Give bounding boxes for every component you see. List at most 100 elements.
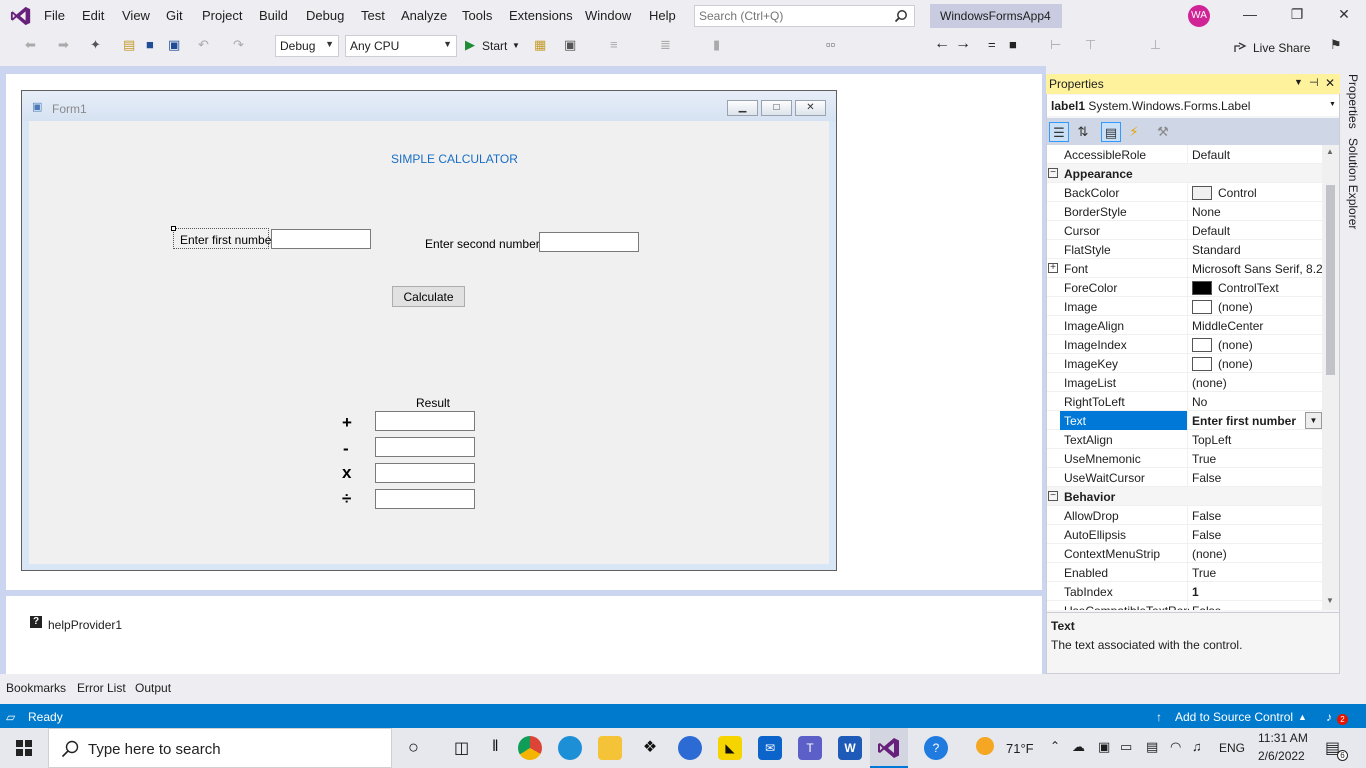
align-left-icon[interactable]: ⊢ bbox=[1050, 37, 1061, 53]
live-share-button[interactable]: Live Share bbox=[1253, 41, 1310, 55]
events-icon[interactable]: ⚡ bbox=[1124, 122, 1144, 142]
sticky-notes-icon[interactable]: ◣ bbox=[718, 736, 742, 760]
property-value[interactable]: ControlText bbox=[1218, 281, 1279, 295]
menu-build[interactable]: Build bbox=[259, 8, 288, 23]
menu-analyze[interactable]: Analyze bbox=[401, 8, 447, 23]
tab-solution-explorer[interactable]: Solution Explorer bbox=[1346, 138, 1360, 229]
form-window[interactable]: ▣ Form1 ▁ □ ✕ SIMPLE CALCULATOR Enter fi… bbox=[21, 90, 837, 571]
arrow-left-icon[interactable]: ← bbox=[934, 35, 950, 53]
save-icon[interactable]: ■ bbox=[146, 37, 154, 52]
scroll-up-icon[interactable]: ▲ bbox=[1326, 147, 1334, 156]
add-operator-label[interactable]: + bbox=[342, 413, 352, 433]
network-icon[interactable]: ▤ bbox=[1146, 739, 1158, 755]
arrow-right-icon[interactable]: → bbox=[955, 35, 971, 53]
property-value[interactable]: True bbox=[1192, 566, 1216, 580]
task-view-icon[interactable]: ◫ bbox=[454, 738, 469, 758]
property-row[interactable]: AccessibleRole Default bbox=[1047, 145, 1322, 164]
property-row[interactable]: Image (none) bbox=[1047, 297, 1322, 316]
notifications-bell-icon[interactable]: ♪ bbox=[1326, 710, 1332, 724]
tab-properties[interactable]: Properties bbox=[1346, 74, 1360, 129]
first-number-input[interactable] bbox=[271, 229, 371, 249]
close-icon[interactable]: ✕ bbox=[1325, 76, 1335, 90]
menu-debug[interactable]: Debug bbox=[306, 8, 344, 23]
property-value[interactable]: No bbox=[1192, 395, 1207, 409]
calculate-button[interactable]: Calculate bbox=[392, 286, 465, 307]
redo-icon[interactable]: ↷ bbox=[233, 37, 244, 53]
browse-folder-icon[interactable]: ▦ bbox=[534, 37, 546, 53]
property-value[interactable]: False bbox=[1192, 509, 1221, 523]
property-value[interactable]: False bbox=[1192, 471, 1221, 485]
mail-icon[interactable]: ✉ bbox=[758, 736, 782, 760]
menu-extensions[interactable]: Extensions bbox=[509, 8, 573, 23]
collapse-icon[interactable]: − bbox=[1048, 168, 1058, 178]
help-icon[interactable]: ? bbox=[924, 736, 948, 760]
minimize-icon[interactable]: — bbox=[1236, 6, 1264, 26]
property-row[interactable]: UseWaitCursor False bbox=[1047, 468, 1322, 487]
expand-icon[interactable]: + bbox=[1048, 263, 1058, 273]
chevron-up-icon[interactable]: ⌃ bbox=[1050, 739, 1060, 753]
form-maximize-icon[interactable]: □ bbox=[761, 100, 792, 116]
chevron-down-icon[interactable]: ▼ bbox=[512, 41, 520, 50]
menu-help[interactable]: Help bbox=[649, 8, 676, 23]
start-play-icon[interactable]: ▶ bbox=[465, 37, 475, 53]
menu-file[interactable]: File bbox=[44, 8, 65, 23]
menu-edit[interactable]: Edit bbox=[82, 8, 104, 23]
property-row[interactable]: FlatStyle Standard bbox=[1047, 240, 1322, 259]
navigate-forward-icon[interactable]: ➡ bbox=[58, 37, 69, 53]
property-row[interactable]: BackColor Control bbox=[1047, 183, 1322, 202]
screenshot-icon[interactable]: ▣ bbox=[564, 37, 576, 53]
property-row[interactable]: RightToLeft No bbox=[1047, 392, 1322, 411]
taskbar-search[interactable]: Type here to search bbox=[48, 728, 392, 768]
chevron-up-icon[interactable]: ▲ bbox=[1298, 712, 1307, 722]
property-row[interactable]: TabIndex 1 bbox=[1047, 582, 1322, 601]
app-icon[interactable] bbox=[678, 736, 702, 760]
scroll-down-icon[interactable]: ▼ bbox=[1326, 596, 1334, 605]
property-category[interactable]: − Behavior bbox=[1047, 487, 1322, 506]
property-row[interactable]: ImageKey (none) bbox=[1047, 354, 1322, 373]
scroll-thumb[interactable] bbox=[1326, 185, 1335, 375]
property-row[interactable]: ImageAlign MiddleCenter bbox=[1047, 316, 1322, 335]
subtract-operator-label[interactable]: - bbox=[343, 439, 349, 459]
align-bottom-icon[interactable]: ⊥ bbox=[1150, 37, 1161, 53]
pin-icon[interactable]: ⊣ bbox=[1309, 76, 1319, 89]
add-to-source-control[interactable]: Add to Source Control bbox=[1175, 710, 1293, 724]
form-close-icon[interactable]: ✕ bbox=[795, 100, 826, 116]
alphabetical-icon[interactable]: ⇅ bbox=[1073, 122, 1093, 142]
property-row[interactable]: ImageIndex (none) bbox=[1047, 335, 1322, 354]
tab-error-list[interactable]: Error List bbox=[77, 681, 126, 695]
property-value[interactable]: (none) bbox=[1218, 357, 1253, 371]
onedrive-icon[interactable]: ☁ bbox=[1072, 739, 1085, 755]
property-value[interactable]: Default bbox=[1192, 148, 1230, 162]
property-row[interactable]: Enabled True bbox=[1047, 563, 1322, 582]
resize-handle[interactable] bbox=[171, 226, 176, 231]
clock-date[interactable]: 2/6/2022 bbox=[1258, 749, 1305, 763]
second-number-input[interactable] bbox=[539, 232, 639, 252]
property-value[interactable]: False bbox=[1192, 528, 1221, 542]
battery-icon[interactable]: ▭ bbox=[1120, 739, 1132, 755]
property-category[interactable]: − Appearance bbox=[1047, 164, 1322, 183]
menu-view[interactable]: View bbox=[122, 8, 150, 23]
open-folder-icon[interactable]: ▤ bbox=[123, 37, 135, 53]
windows-start-icon[interactable] bbox=[16, 740, 32, 756]
property-row[interactable]: ContextMenuStrip (none) bbox=[1047, 544, 1322, 563]
subtract-result-input[interactable] bbox=[375, 437, 475, 457]
save-all-icon[interactable]: ▣ bbox=[168, 37, 180, 53]
live-share-icon[interactable] bbox=[1233, 40, 1247, 54]
wifi-icon[interactable]: ◠ bbox=[1170, 739, 1181, 755]
property-value[interactable]: 1 bbox=[1192, 585, 1199, 599]
property-value[interactable]: Microsoft Sans Serif, 8.25 bbox=[1192, 262, 1322, 276]
edge-icon[interactable] bbox=[558, 736, 582, 760]
search-icon[interactable] bbox=[894, 9, 908, 23]
navigate-back-icon[interactable]: ⬅ bbox=[25, 37, 36, 53]
property-grid-scrollbar[interactable]: ▲ ▼ bbox=[1322, 145, 1339, 610]
property-row[interactable]: ForeColor ControlText bbox=[1047, 278, 1322, 297]
teams-icon[interactable]: T bbox=[798, 736, 822, 760]
add-result-input[interactable] bbox=[375, 411, 475, 431]
clock-time[interactable]: 11:31 AM bbox=[1258, 731, 1308, 745]
property-row[interactable]: UseCompatibleTextRenFalse bbox=[1047, 601, 1322, 610]
divide-result-input[interactable] bbox=[375, 489, 475, 509]
configuration-dropdown[interactable]: Debug ▼ bbox=[275, 35, 339, 57]
divide-operator-label[interactable]: ÷ bbox=[342, 489, 351, 509]
tray-app-icon[interactable]: ▣ bbox=[1098, 739, 1110, 755]
feedback-icon[interactable]: ⚑ bbox=[1330, 37, 1342, 53]
